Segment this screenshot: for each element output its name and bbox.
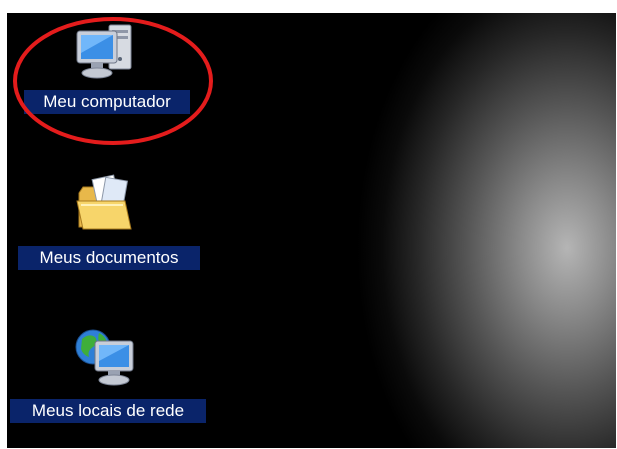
desktop-icon-network-places[interactable]: Meus locais de rede [7,313,217,423]
network-places-icon [75,329,134,386]
desktop-icon-my-computer[interactable]: Meu computador [7,13,207,123]
icon-label-my-computer[interactable]: Meu computador [24,90,190,114]
my-documents-icon [76,174,132,230]
icon-label-my-documents[interactable]: Meus documentos [18,246,200,270]
desktop-icon-my-documents[interactable]: Meus documentos [7,163,207,273]
my-computer-icon [76,24,132,79]
desktop-screenshot-frame: Meu computador Meus documentos Meus loca… [7,13,616,448]
icon-label-network-places[interactable]: Meus locais de rede [10,399,206,423]
